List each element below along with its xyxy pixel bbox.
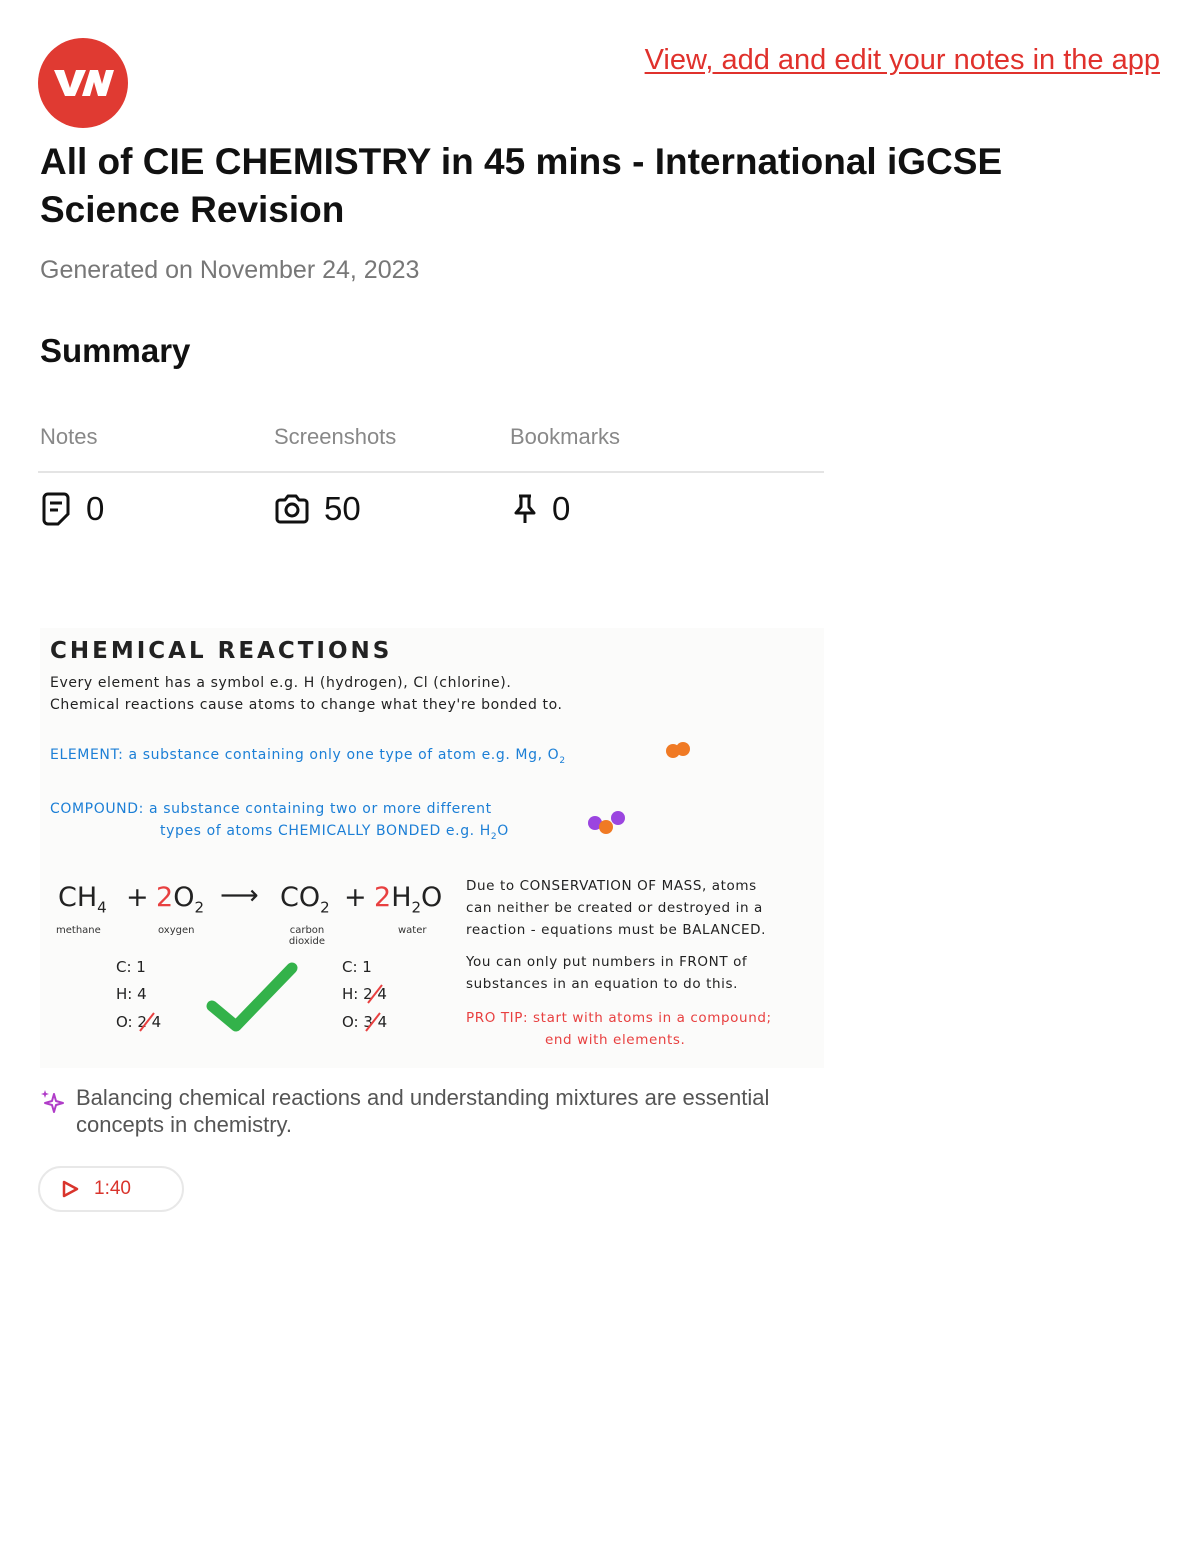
- compound-atoms-icon: [588, 811, 625, 834]
- strike-left-o: [139, 1012, 155, 1032]
- slide-compound-def-2: types of atoms CHEMICALLY BONDED e.g. H2…: [160, 823, 509, 842]
- compound-def-end: O: [497, 823, 509, 839]
- left-count-h: H: 4: [116, 985, 147, 1003]
- generated-date: Generated on November 24, 2023: [40, 256, 420, 284]
- element-def-text: ELEMENT: a substance containing only one…: [50, 747, 560, 763]
- label-carbon-dioxide: carbon dioxide: [288, 925, 326, 947]
- right-count-c: C: 1: [342, 958, 372, 976]
- play-icon: [62, 1180, 79, 1198]
- page-title: All of CIE CHEMISTRY in 45 mins - Intern…: [40, 141, 1003, 230]
- slide-text-line1: Every element has a symbol e.g. H (hydro…: [50, 675, 512, 691]
- coef-h2o: 2: [374, 882, 392, 913]
- compound-def-text: types of atoms CHEMICALLY BONDED e.g. H: [160, 823, 491, 839]
- open-in-app-link[interactable]: View, add and edit your notes in the app: [645, 44, 1160, 77]
- screenshots-value: 50: [324, 490, 361, 527]
- slide-mass-text-3: reaction - equations must be BALANCED.: [466, 922, 767, 938]
- label-methane: methane: [56, 925, 101, 936]
- slide-mass-text-2: can neither be created or destroyed in a: [466, 900, 763, 916]
- notes-value: 0: [86, 490, 105, 527]
- equation-arrow: ⟶: [220, 880, 259, 911]
- timestamp-label: 1:40: [94, 1178, 131, 1199]
- pin-icon: [514, 494, 536, 523]
- product-h2o: 2H2O: [374, 882, 443, 917]
- play-timestamp-button[interactable]: 1:40: [38, 1166, 184, 1212]
- note-icon: [42, 492, 70, 526]
- bookmarks-value: 0: [552, 490, 571, 527]
- notes-label: Notes: [40, 424, 98, 449]
- screenshots-count: 50: [274, 490, 361, 528]
- reactant-ch4: CH4: [58, 882, 107, 917]
- screenshots-label: Screenshots: [274, 424, 397, 449]
- ai-insight: Balancing chemical reactions and underst…: [40, 1084, 840, 1138]
- slide-compound-def-1: COMPOUND: a substance containing two or …: [50, 801, 492, 817]
- slide-element-def: ELEMENT: a substance containing only one…: [50, 747, 566, 766]
- sparkle-icon: [41, 1090, 64, 1113]
- slide-front-text-1: You can only put numbers in FRONT of: [466, 954, 748, 970]
- check-icon: [206, 962, 298, 1032]
- summary-heading: Summary: [40, 332, 191, 369]
- label-oxygen: oxygen: [158, 925, 195, 936]
- slide-mass-text-1: Due to CONSERVATION OF MASS, atoms: [466, 878, 757, 894]
- reactant-o2: 2O2: [156, 882, 204, 917]
- equation-plus-1: +: [126, 882, 149, 913]
- element-atoms-icon: [666, 742, 690, 758]
- slide-pro-tip-1: PRO TIP: start with atoms in a compound;: [466, 1010, 772, 1026]
- equation-plus-2: +: [344, 882, 367, 913]
- slide-front-text-2: substances in an equation to do this.: [466, 976, 739, 992]
- logo-vn-mark: [54, 70, 114, 96]
- left-count-c: C: 1: [116, 958, 146, 976]
- notes-count: 0: [40, 490, 104, 528]
- summary-divider: [38, 471, 824, 473]
- slide-text-line2: Chemical reactions cause atoms to change…: [50, 697, 563, 713]
- ai-insight-text: Balancing chemical reactions and underst…: [76, 1085, 770, 1137]
- label-water: water: [398, 925, 427, 936]
- slide-heading: CHEMICAL REACTIONS: [50, 638, 393, 664]
- strike-right-h: [367, 984, 383, 1004]
- slide-pro-tip-2: end with elements.: [545, 1032, 686, 1048]
- app-logo: [38, 38, 128, 128]
- coef-o2: 2: [156, 882, 174, 913]
- bookmarks-count: 0: [512, 490, 570, 528]
- bookmarks-label: Bookmarks: [510, 424, 621, 449]
- lecture-screenshot: CHEMICAL REACTIONS Every element has a s…: [40, 628, 824, 1068]
- strike-right-o: [365, 1012, 381, 1032]
- product-co2: CO2: [280, 882, 330, 917]
- camera-icon: [275, 494, 309, 524]
